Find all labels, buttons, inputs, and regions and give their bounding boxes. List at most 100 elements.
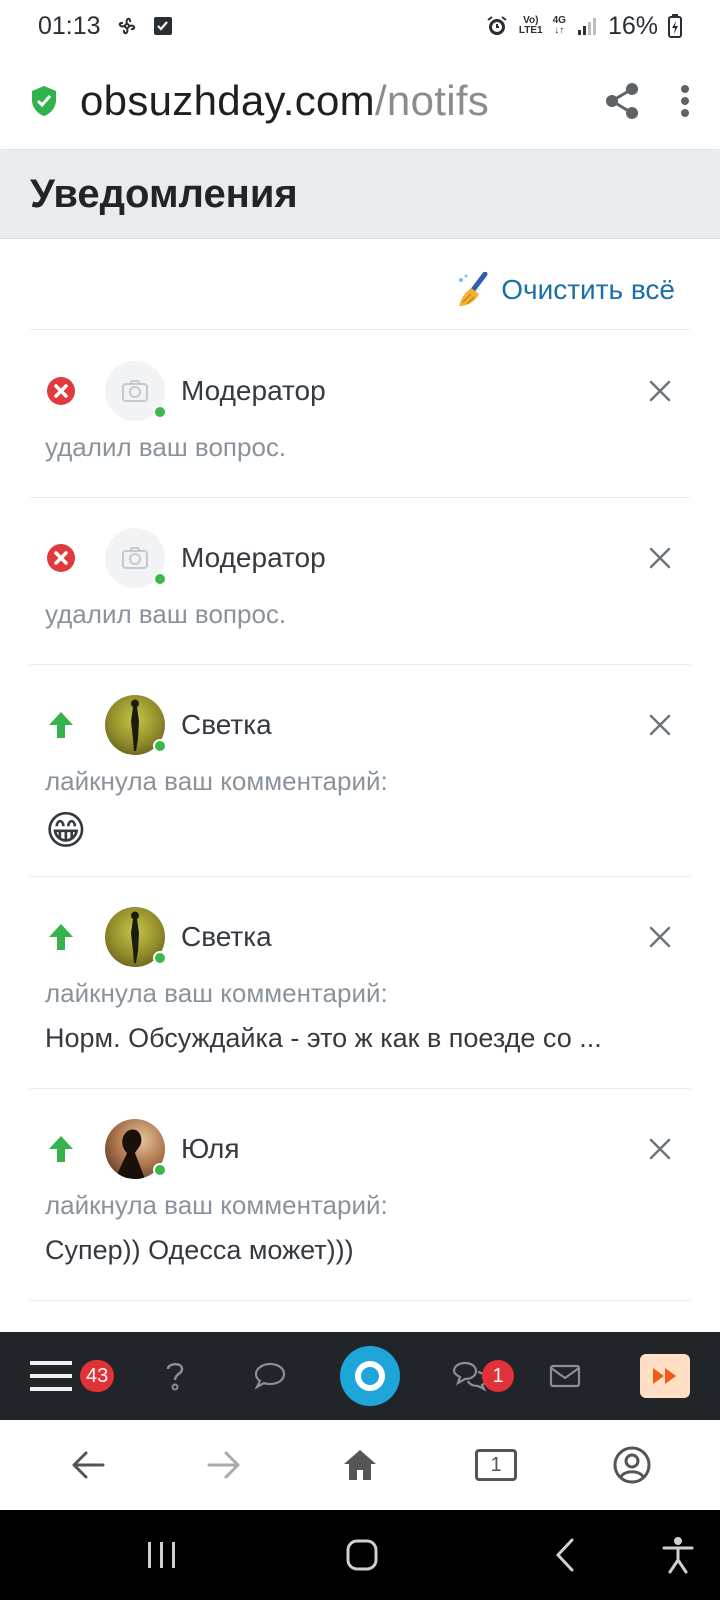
avatar[interactable]: [105, 528, 167, 588]
dismiss-button[interactable]: [645, 543, 675, 573]
broom-icon: [455, 271, 491, 308]
hamburger-icon: [30, 1361, 72, 1391]
avatar[interactable]: [105, 1119, 167, 1179]
page-header: Уведомления: [0, 151, 720, 239]
status-time: 01:13: [38, 11, 101, 40]
user-name[interactable]: Модератор: [181, 542, 326, 574]
notification-action: лайкнула ваш комментарий:: [45, 1190, 388, 1220]
square-home-icon: [346, 1539, 378, 1571]
page-title: Уведомления: [30, 172, 298, 216]
system-home-button[interactable]: [340, 1510, 384, 1600]
user-name[interactable]: Светка: [181, 921, 272, 953]
online-indicator: [153, 739, 167, 753]
user-name[interactable]: Юля: [181, 1133, 240, 1165]
back-button[interactable]: [58, 1435, 118, 1495]
camera-placeholder-icon: [122, 547, 148, 569]
home-logo-button[interactable]: [320, 1332, 420, 1420]
volte-indicator: Vo) LTE1: [518, 15, 543, 36]
online-indicator: [153, 405, 167, 419]
recents-button[interactable]: [140, 1510, 184, 1600]
fast-forward-button[interactable]: [610, 1332, 690, 1420]
battery-charging-icon: [668, 14, 682, 38]
questions-button[interactable]: [130, 1332, 220, 1420]
status-bar: 01:13 Vo) LTE1 4G ↓↑ 16%: [0, 0, 720, 52]
notification-item[interactable]: Модератор удалил ваш вопрос.: [30, 331, 690, 498]
notification-item[interactable]: Модератор удалил ваш вопрос.: [30, 498, 690, 665]
checkbox-notification-icon: [153, 16, 173, 36]
alarm-icon: [485, 14, 509, 38]
question-icon: [166, 1362, 184, 1391]
close-icon: [649, 380, 671, 402]
browser-toolbar: 1: [0, 1420, 720, 1510]
notification-item[interactable]: Юля лайкнула ваш комментарий: Супер)) Од…: [30, 1089, 690, 1301]
data-type-indicator: 4G ↓↑: [552, 15, 566, 36]
chevron-left-icon: [555, 1538, 574, 1572]
close-icon: [649, 1138, 671, 1160]
arrow-up-icon: [45, 921, 77, 953]
arrow-right-icon: [207, 1451, 240, 1479]
notification-list: Модератор удалил ваш вопрос. Модератор у…: [30, 331, 690, 1301]
close-icon: [649, 714, 671, 736]
discussions-button[interactable]: 1: [420, 1332, 520, 1420]
notification-action: удалил ваш вопрос.: [45, 599, 287, 629]
shield-check-icon: [30, 85, 58, 117]
logo-icon: [340, 1346, 400, 1406]
dismiss-button[interactable]: [645, 922, 675, 952]
dismiss-button[interactable]: [645, 710, 675, 740]
accessibility-icon: [662, 1537, 694, 1574]
avatar[interactable]: [105, 907, 167, 967]
clear-all-button[interactable]: Очистить всё: [455, 271, 675, 308]
close-icon: [649, 926, 671, 948]
comment-snippet[interactable]: 😁: [45, 807, 675, 855]
fan-icon: [115, 14, 139, 38]
arrow-left-icon: [72, 1451, 105, 1479]
tabs-icon: 1: [475, 1449, 517, 1481]
comment-snippet[interactable]: Норм. Обсуждайка - это ж как в поезде со…: [45, 1019, 675, 1057]
notification-action: лайкнула ваш комментарий:: [45, 766, 388, 796]
home-icon: [344, 1450, 376, 1480]
online-indicator: [153, 572, 167, 586]
comment-snippet[interactable]: Супер)) Одесса может))): [45, 1231, 675, 1269]
discussions-badge: 1: [482, 1360, 514, 1392]
user-name[interactable]: Светка: [181, 709, 272, 741]
home-button[interactable]: [330, 1435, 390, 1495]
notification-action: удалил ваш вопрос.: [45, 432, 287, 462]
account-button[interactable]: [602, 1435, 662, 1495]
battery-percent: 16%: [607, 11, 658, 40]
notification-action: лайкнула ваш комментарий:: [45, 978, 388, 1008]
signal-icon: [576, 15, 598, 37]
accessibility-button[interactable]: [660, 1510, 696, 1600]
x-circle-icon: [45, 375, 77, 407]
online-indicator: [153, 951, 167, 965]
comments-button[interactable]: [220, 1332, 320, 1420]
share-icon[interactable]: [604, 82, 640, 120]
forward-button[interactable]: [194, 1435, 254, 1495]
system-nav-bar: [0, 1510, 720, 1600]
notification-item[interactable]: Светка лайкнула ваш комментарий: 😁: [30, 665, 690, 877]
dismiss-button[interactable]: [645, 376, 675, 406]
menu-badge: 43: [80, 1360, 115, 1392]
site-bottom-nav: 43 1: [0, 1332, 720, 1420]
account-icon: [613, 1446, 651, 1484]
mail-button[interactable]: [520, 1332, 610, 1420]
envelope-icon: [549, 1364, 581, 1388]
system-back-button[interactable]: [550, 1510, 580, 1600]
browser-url-bar[interactable]: obsuzhday.com/notifs: [0, 52, 720, 150]
chat-bubble-icon: [254, 1362, 286, 1390]
x-circle-icon: [45, 542, 77, 574]
tabs-button[interactable]: 1: [466, 1435, 526, 1495]
recents-icon: [148, 1542, 175, 1568]
menu-button[interactable]: 43: [30, 1332, 130, 1420]
avatar[interactable]: [105, 695, 167, 755]
camera-placeholder-icon: [122, 380, 148, 402]
clear-all-row: Очистить всё: [30, 250, 690, 330]
avatar[interactable]: [105, 361, 167, 421]
notification-item[interactable]: Светка лайкнула ваш комментарий: Норм. О…: [30, 877, 690, 1089]
arrow-up-icon: [45, 1133, 77, 1165]
more-vert-icon[interactable]: [680, 84, 690, 118]
fast-forward-icon: [653, 1368, 676, 1384]
url-text[interactable]: obsuzhday.com/notifs: [80, 77, 489, 125]
arrow-up-icon: [45, 709, 77, 741]
dismiss-button[interactable]: [645, 1134, 675, 1164]
user-name[interactable]: Модератор: [181, 375, 326, 407]
